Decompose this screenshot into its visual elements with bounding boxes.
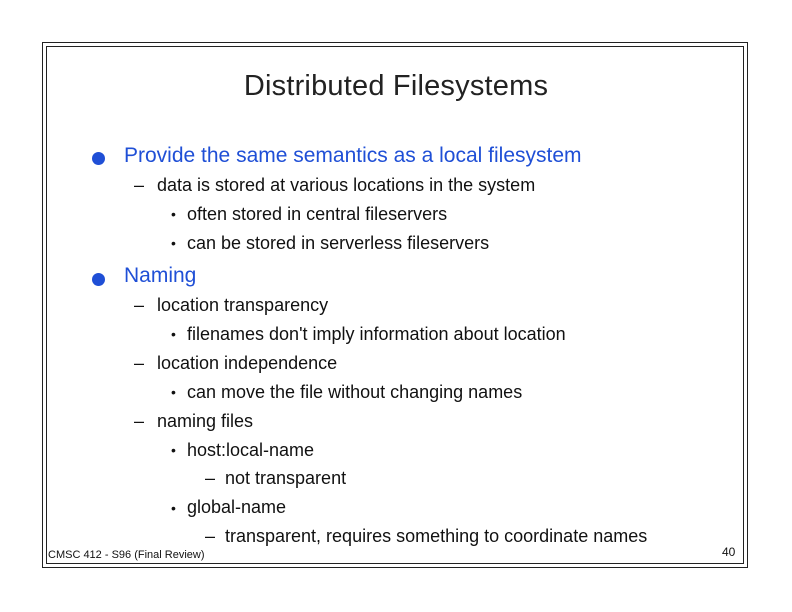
dash-icon: – xyxy=(134,295,145,315)
sub-bullet-2-3: naming files xyxy=(157,411,254,431)
small-bullet-icon: • xyxy=(171,442,176,458)
item-2-2-1: can move the file without changing names xyxy=(187,382,523,402)
dash-icon: – xyxy=(205,468,216,488)
dash-icon: – xyxy=(134,353,145,373)
item-2-3-1-note: not transparent xyxy=(225,468,347,488)
bullet-dot-icon xyxy=(92,273,105,286)
page-number: 40 xyxy=(722,545,736,559)
small-bullet-icon: • xyxy=(171,500,176,516)
small-bullet-icon: • xyxy=(171,235,176,251)
item-2-3-2-note: transparent, requires something to coord… xyxy=(225,526,648,546)
dash-icon: – xyxy=(134,411,145,431)
slide-inner-border xyxy=(46,46,744,564)
sub-bullet-1-1: data is stored at various locations in t… xyxy=(157,175,536,195)
bullet-dot-icon xyxy=(92,152,105,165)
footer-course-label: CMSC 412 - S96 (Final Review) xyxy=(48,549,205,561)
sub-bullet-2-1: location transparency xyxy=(157,295,329,315)
small-bullet-icon: • xyxy=(171,326,176,342)
sub-bullet-2-2: location independence xyxy=(157,353,338,373)
small-bullet-icon: • xyxy=(171,384,176,400)
item-2-1-1: filenames don't imply information about … xyxy=(187,324,566,344)
slide-title: Distributed Filesystems xyxy=(243,70,549,102)
dash-icon: – xyxy=(205,526,216,546)
bullet-1: Provide the same semantics as a local fi… xyxy=(124,144,582,167)
dash-icon: – xyxy=(134,175,145,195)
item-1-1-1: often stored in central fileservers xyxy=(187,204,448,224)
small-bullet-icon: • xyxy=(171,206,176,222)
item-1-1-2: can be stored in serverless fileservers xyxy=(187,233,490,253)
item-2-3-2: global-name xyxy=(187,497,287,517)
bullet-2: Naming xyxy=(124,264,197,287)
item-2-3-1: host:local-name xyxy=(187,440,315,460)
